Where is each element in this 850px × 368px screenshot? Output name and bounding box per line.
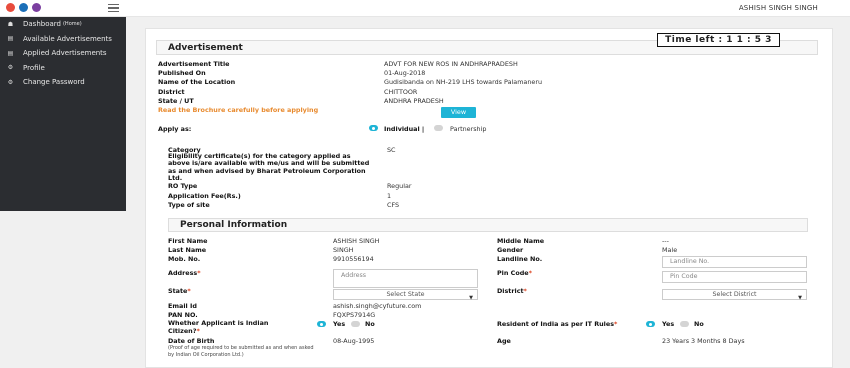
- indian-yes-radio[interactable]: [317, 321, 326, 327]
- location-label: Name of the Location: [158, 78, 236, 86]
- district-field-label: District*: [497, 287, 527, 295]
- sidebar-item-label: Profile: [23, 63, 45, 72]
- state-select-value: Select State: [386, 291, 425, 298]
- pincode-input[interactable]: Pin Code: [662, 271, 807, 283]
- pan-label: PAN NO.: [168, 311, 198, 319]
- landline-input[interactable]: Landline No.: [662, 256, 807, 268]
- pan-value: FQXPS7914G: [333, 311, 376, 319]
- site-type-label: Type of site: [168, 201, 210, 209]
- list-icon: ▤: [7, 35, 14, 43]
- sidebar-item-available-advertisements[interactable]: ▤ Available Advertisements: [0, 32, 126, 47]
- category-value: SC: [387, 146, 396, 154]
- sidebar: ☗ Dashboard (Home) ▤ Available Advertise…: [0, 17, 126, 211]
- list-icon: ▤: [7, 49, 14, 57]
- gear-icon: ⚙: [7, 78, 14, 86]
- fee-value: 1: [387, 192, 392, 200]
- first-name-value: ASHISH SINGH: [333, 237, 380, 245]
- sidebar-item-sublabel: (Home): [62, 21, 82, 28]
- middle-name-label: Middle Name: [497, 237, 545, 245]
- partnership-label: Partnership: [450, 125, 487, 133]
- state-value: ANDHRA PRADESH: [384, 97, 444, 105]
- last-name-value: SINGH: [333, 246, 354, 254]
- chevron-down-icon: ▼: [469, 295, 473, 301]
- logo-icon: [19, 3, 28, 12]
- email-value: ashish.singh@cyfuture.com: [333, 302, 422, 310]
- mobile-label: Mob. No.: [168, 255, 201, 263]
- indian-no-radio[interactable]: [351, 321, 360, 327]
- district-label: District: [158, 88, 185, 96]
- age-value: 23 Years 3 Months 8 Days: [662, 337, 745, 345]
- view-brochure-button[interactable]: View: [441, 107, 476, 118]
- partnership-radio[interactable]: [434, 125, 443, 131]
- resident-no-label: No: [694, 320, 704, 328]
- gear-icon: ⚙: [7, 64, 14, 72]
- logo-group: [6, 3, 41, 12]
- age-label: Age: [497, 337, 511, 345]
- logo-icon: [32, 3, 41, 12]
- mobile-value: 9910556194: [333, 255, 374, 263]
- address-input[interactable]: Address: [333, 269, 478, 288]
- location-value: Gudisibanda on NH-219 LHS towards Palama…: [384, 78, 542, 86]
- pincode-label: Pin Code*: [497, 269, 532, 277]
- advertisement-title: Advertisement: [168, 43, 243, 53]
- sidebar-item-label: Applied Advertisements: [23, 49, 107, 58]
- sidebar-item-profile[interactable]: ⚙ Profile: [0, 61, 126, 76]
- indian-citizen-label: Whether Applicant is Indian Citizen?*: [168, 319, 269, 335]
- published-on-value: 01-Aug-2018: [384, 69, 426, 77]
- ro-type-label: RO Type: [168, 182, 198, 190]
- indian-no-label: No: [365, 320, 375, 328]
- advt-title-label: Advertisement Title: [158, 60, 230, 68]
- timer-value: 1 1 : 5 3: [726, 35, 772, 45]
- published-on-label: Published On: [158, 69, 206, 77]
- fee-label: Application Fee(Rs.): [168, 192, 241, 200]
- username[interactable]: ASHISH SINGH SINGH: [739, 4, 818, 12]
- individual-label: Individual |: [384, 125, 425, 133]
- sidebar-item-label: Available Advertisements: [23, 34, 112, 43]
- site-type-value: CFS: [387, 201, 400, 209]
- home-icon: ☗: [7, 20, 14, 28]
- eligibility-label: Eligibility certificate(s) for the categ…: [168, 152, 370, 182]
- first-name-label: First Name: [168, 237, 208, 245]
- sidebar-item-label: Dashboard: [23, 20, 61, 29]
- sidebar-item-dashboard[interactable]: ☗ Dashboard (Home): [0, 17, 126, 32]
- apply-as-label: Apply as:: [158, 125, 192, 133]
- resident-yes-radio[interactable]: [646, 321, 655, 327]
- advt-title-value: ADVT FOR NEW ROS IN ANDHRAPRADESH: [384, 60, 518, 68]
- last-name-label: Last Name: [168, 246, 207, 254]
- email-label: Email Id: [168, 302, 197, 310]
- landline-label: Landline No.: [497, 255, 543, 263]
- indian-yes-label: Yes: [333, 320, 346, 328]
- dob-label: Date of Birth: [168, 337, 215, 345]
- dob-note: (Proof of age required to be submitted a…: [168, 345, 314, 358]
- timer-label: Time left :: [665, 35, 723, 45]
- resident-yes-label: Yes: [662, 320, 675, 328]
- district-select-value: Select District: [712, 291, 757, 298]
- ro-type-value: Regular: [387, 182, 412, 190]
- state-label: State / UT: [158, 97, 194, 105]
- resident-label: Resident of India as per IT Rules*: [497, 320, 618, 328]
- resident-no-radio[interactable]: [680, 321, 689, 327]
- sidebar-item-change-password[interactable]: ⚙ Change Password: [0, 75, 126, 90]
- personal-info-title: Personal Information: [180, 220, 288, 230]
- state-field-label: State*: [168, 287, 191, 295]
- time-left-display: Time left : 1 1 : 5 3: [657, 33, 780, 47]
- sidebar-item-label: Change Password: [23, 78, 85, 87]
- gender-label: Gender: [497, 246, 524, 254]
- logo-icon: [6, 3, 15, 12]
- brochure-note: Read the Brochure carefully before apply…: [158, 106, 319, 114]
- state-select[interactable]: Select State ▼: [333, 289, 478, 301]
- district-value: CHITTOOR: [384, 88, 418, 96]
- sidebar-item-applied-advertisements[interactable]: ▤ Applied Advertisements: [0, 46, 126, 61]
- top-bar: ASHISH SINGH SINGH: [0, 0, 850, 17]
- middle-name-value: ---: [662, 237, 669, 245]
- menu-toggle-icon[interactable]: [108, 4, 119, 12]
- gender-value: Male: [662, 246, 678, 254]
- individual-radio[interactable]: [369, 125, 378, 131]
- dob-value: 08-Aug-1995: [333, 337, 375, 345]
- district-select[interactable]: Select District ▼: [662, 289, 807, 301]
- chevron-down-icon: ▼: [798, 295, 802, 301]
- address-label: Address*: [168, 269, 201, 277]
